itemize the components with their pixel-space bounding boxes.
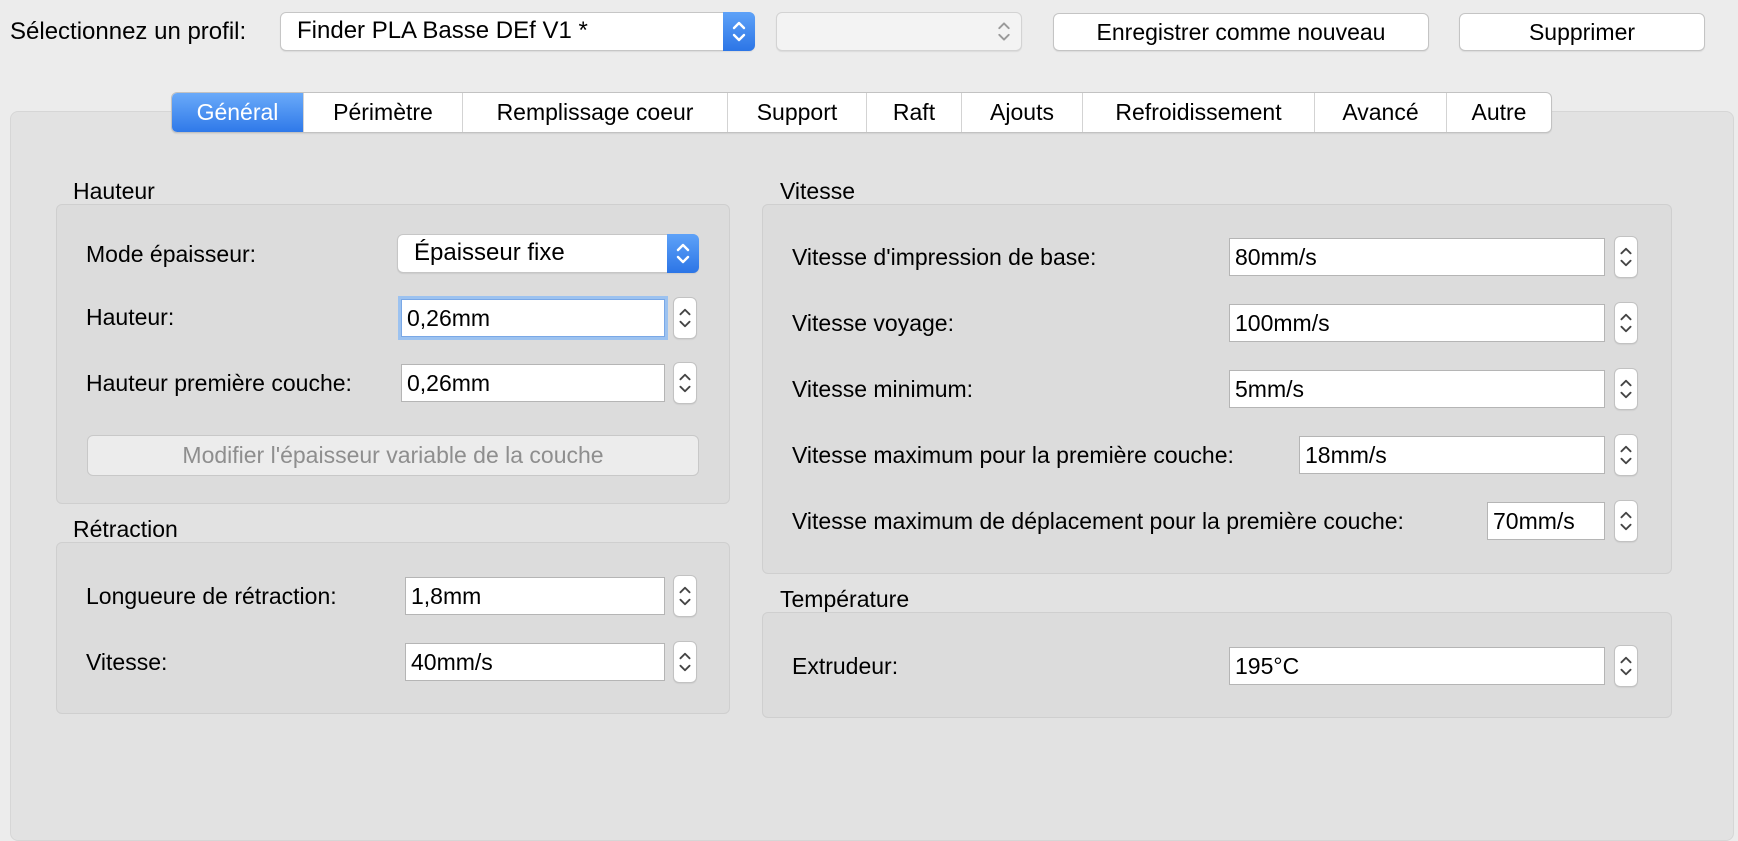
first-layer-label: Hauteur première couche: (86, 370, 352, 396)
tab-refroidissement[interactable]: Refroidissement (1083, 93, 1315, 132)
retraction-length-label: Longueure de rétraction: (86, 583, 337, 609)
max-travel-first-layer-stepper[interactable] (1614, 500, 1638, 542)
variable-layer-height-button[interactable]: Modifier l'épaisseur variable de la couc… (87, 435, 699, 476)
tab-autre[interactable]: Autre (1447, 93, 1551, 132)
vitesse-group-title: Vitesse (780, 178, 856, 204)
tab-general[interactable]: Général (172, 93, 304, 132)
extruder-stepper[interactable] (1614, 645, 1638, 687)
secondary-select[interactable] (776, 12, 1022, 51)
tab-support[interactable]: Support (728, 93, 867, 132)
extruder-field[interactable]: 195°C (1229, 647, 1605, 685)
tab-perimetre[interactable]: Périmètre (304, 93, 463, 132)
min-speed-field[interactable]: 5mm/s (1229, 370, 1605, 408)
hauteur-group-title: Hauteur (73, 178, 155, 204)
chevron-updown-icon (723, 12, 755, 51)
stepper-icon (1620, 379, 1632, 399)
tab-raft[interactable]: Raft (867, 93, 962, 132)
stepper-icon (1620, 445, 1632, 465)
retraction-speed-label: Vitesse: (86, 649, 168, 675)
max-travel-first-layer-field[interactable]: 70mm/s (1487, 502, 1605, 540)
first-layer-stepper[interactable] (673, 362, 697, 404)
travel-speed-field[interactable]: 100mm/s (1229, 304, 1605, 342)
base-speed-field[interactable]: 80mm/s (1229, 238, 1605, 276)
tab-avance[interactable]: Avancé (1315, 93, 1447, 132)
stepper-icon (679, 308, 691, 328)
tab-remplissage[interactable]: Remplissage coeur (463, 93, 728, 132)
height-stepper[interactable] (673, 297, 697, 339)
profile-select[interactable]: Finder PLA Basse DEf V1 * (280, 12, 755, 51)
mode-select[interactable]: Épaisseur fixe (397, 234, 699, 273)
tab-bar: Général Périmètre Remplissage coeur Supp… (171, 92, 1552, 133)
stepper-icon (1620, 247, 1632, 267)
height-field[interactable]: 0,26mm (401, 299, 665, 337)
stepper-icon (679, 373, 691, 393)
base-speed-label: Vitesse d'impression de base: (792, 244, 1097, 270)
first-layer-field[interactable]: 0,26mm (401, 364, 665, 402)
min-speed-label: Vitesse minimum: (792, 376, 974, 402)
retraction-length-field[interactable]: 1,8mm (405, 577, 665, 615)
delete-button[interactable]: Supprimer (1459, 13, 1705, 51)
retraction-group (56, 542, 730, 714)
base-speed-stepper[interactable] (1614, 236, 1638, 278)
profile-label: Sélectionnez un profil: (10, 18, 247, 45)
extruder-label: Extrudeur: (792, 653, 899, 679)
stepper-icon (1620, 313, 1632, 333)
mode-select-value: Épaisseur fixe (414, 239, 565, 266)
temperature-group-title: Température (780, 586, 910, 612)
profile-select-value: Finder PLA Basse DEf V1 * (297, 17, 588, 44)
max-first-layer-speed-stepper[interactable] (1614, 434, 1638, 476)
mode-label: Mode épaisseur: (86, 241, 257, 267)
chevron-updown-icon (667, 234, 699, 273)
retraction-speed-field[interactable]: 40mm/s (405, 643, 665, 681)
max-first-layer-speed-label: Vitesse maximum pour la première couche: (792, 442, 1234, 468)
stepper-icon (1620, 511, 1632, 531)
height-label: Hauteur: (86, 304, 175, 330)
stepper-icon (679, 652, 691, 672)
travel-speed-label: Vitesse voyage: (792, 310, 954, 336)
retraction-length-stepper[interactable] (673, 575, 697, 617)
chevron-updown-icon (993, 13, 1015, 50)
stepper-icon (1620, 656, 1632, 676)
min-speed-stepper[interactable] (1614, 368, 1638, 410)
max-first-layer-speed-field[interactable]: 18mm/s (1299, 436, 1605, 474)
max-travel-first-layer-label: Vitesse maximum de déplacement pour la p… (792, 508, 1404, 534)
tab-ajouts[interactable]: Ajouts (962, 93, 1083, 132)
retraction-group-title: Rétraction (73, 516, 178, 542)
stepper-icon (679, 586, 691, 606)
retraction-speed-stepper[interactable] (673, 641, 697, 683)
save-as-new-button[interactable]: Enregistrer comme nouveau (1053, 13, 1429, 51)
travel-speed-stepper[interactable] (1614, 302, 1638, 344)
